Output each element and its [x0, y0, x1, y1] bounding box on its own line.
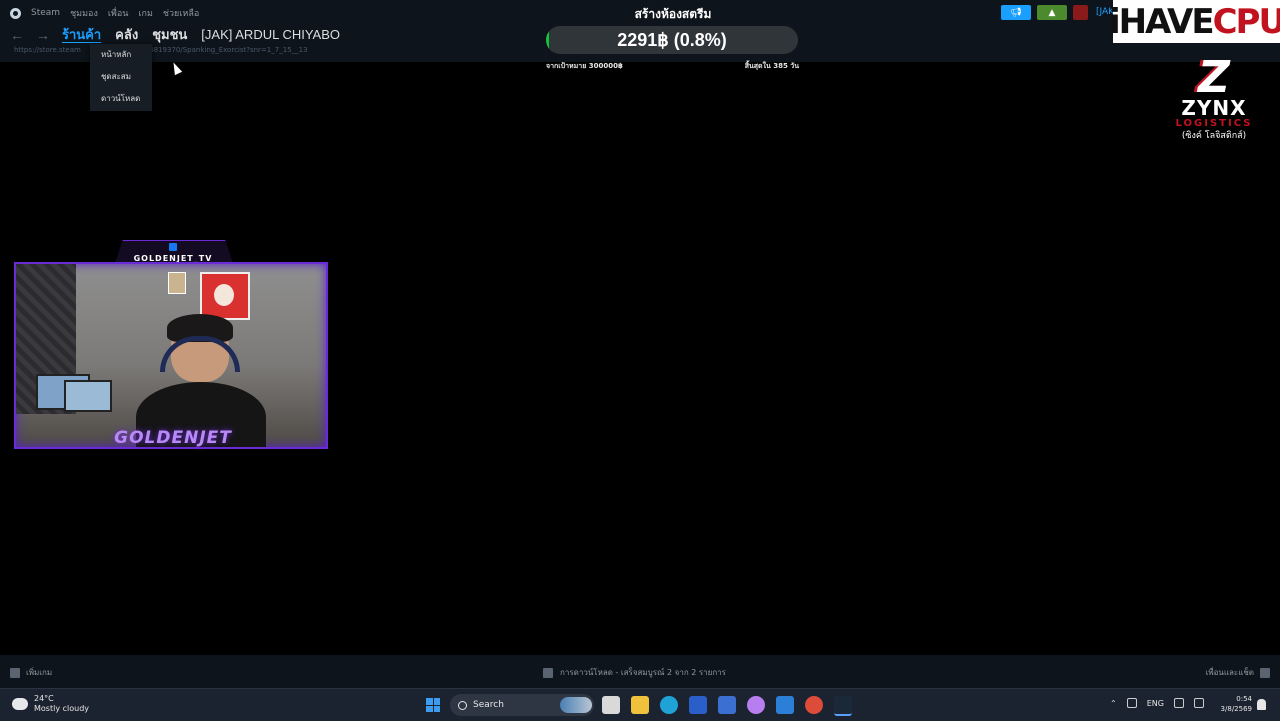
clock-time: 0:54 — [1236, 695, 1252, 703]
clock-date: 3/8/2569 — [1220, 705, 1252, 713]
sponsor-name: ZYNX — [1181, 96, 1247, 120]
volume-icon[interactable] — [1193, 698, 1204, 708]
camera-off-icon[interactable] — [1126, 698, 1137, 708]
taskbar-search[interactable]: Search — [450, 694, 594, 716]
facebook-icon — [169, 243, 177, 251]
search-highlight-image — [560, 697, 592, 713]
dropdown-item-home[interactable]: หน้าหลัก — [90, 44, 152, 66]
steam-logo-icon — [10, 7, 21, 19]
wall-frame — [168, 272, 186, 294]
forward-arrow-icon[interactable]: → — [36, 27, 50, 43]
dropdown-item-collections[interactable]: ชุดสะสม — [90, 66, 152, 88]
brand-part-1: iHAVE — [1108, 1, 1215, 42]
avatar[interactable] — [1073, 5, 1088, 20]
friends-chat-label: เพื่อนและแช็ต — [1205, 668, 1254, 677]
brand-part-2: CPU — [1212, 1, 1280, 42]
editor-app-icon[interactable] — [689, 696, 707, 714]
menu-steam[interactable]: Steam — [31, 8, 60, 18]
dropdown-item-downloads[interactable]: ดาวน์โหลด — [90, 88, 152, 110]
steam-footer: เพิ่มเกม การดาวน์โหลด - เสร็จสมบูรณ์ 2 จ… — [0, 655, 1280, 688]
weather-temp: 24°C — [34, 694, 54, 703]
store-dropdown-menu: หน้าหลัก ชุดสะสม ดาวน์โหลด — [90, 44, 152, 111]
sponsor-logo: Z ZYNX LOGISTICS (ซิงค์ โลจิสติกส์) — [1168, 52, 1260, 142]
add-game-button[interactable]: เพิ่มเกม — [10, 666, 52, 679]
url-right: /4819370/Spanking_Exorcist?snr=1_7_15__1… — [146, 46, 308, 54]
chevron-up-icon[interactable]: ⌃ — [1110, 699, 1117, 708]
friends-chat-button[interactable]: เพื่อนและแช็ต — [1206, 666, 1270, 679]
menu-friends[interactable]: เพื่อน — [108, 6, 129, 20]
bell-icon[interactable]: ▲ — [1037, 5, 1067, 20]
search-icon — [458, 700, 467, 710]
weather-condition: Mostly cloudy — [34, 704, 89, 713]
outlook-icon[interactable] — [776, 696, 794, 714]
header-actions: 📢︎ ▲ — [1001, 5, 1088, 20]
chat-icon — [1260, 667, 1270, 678]
goal-title: สร้างห้องสตรีม — [634, 7, 712, 21]
copilot-icon[interactable] — [747, 696, 765, 714]
clock[interactable]: 0:54 3/8/2569 — [1212, 694, 1252, 714]
menu-help[interactable]: ช่วยเหลือ — [163, 6, 199, 20]
menu-view[interactable]: ชุมมอง — [70, 6, 98, 20]
url-bar: https://store.steam /4819370/Spanking_Ex… — [14, 46, 308, 54]
downloads-status[interactable]: การดาวน์โหลด - เสร็จสมบูรณ์ 2 จาก 2 รายก… — [543, 666, 726, 679]
search-label: Search — [473, 700, 504, 710]
sponsor-mark: Z — [1198, 52, 1230, 103]
url-left: https://store.steam — [14, 46, 81, 54]
system-tray: ⌃ ENG — [1110, 698, 1204, 708]
taskbar-apps — [602, 696, 852, 716]
cloud-icon — [12, 698, 28, 710]
weather-widget[interactable]: 24°C Mostly cloudy — [12, 694, 89, 714]
file-explorer-icon[interactable] — [631, 696, 649, 714]
webcam-logo: GOLDENJET — [114, 428, 232, 448]
tab-profile[interactable]: [JAK] ARDUL CHIYABO — [201, 27, 340, 42]
webcam-feed — [14, 262, 328, 449]
edge-icon[interactable] — [660, 696, 678, 714]
sponsor-thai-name: (ซิงค์ โลจิสติกส์) — [1181, 131, 1247, 141]
plus-icon — [10, 667, 20, 678]
wall-poster — [200, 272, 250, 320]
goal-progress-bar: 2291฿ (0.8%) — [546, 26, 798, 54]
download-icon — [543, 667, 553, 678]
sponsor-tagline: LOGISTICS — [1175, 118, 1253, 129]
mouse-cursor-icon — [169, 60, 183, 76]
back-arrow-icon[interactable]: ← — [10, 27, 24, 43]
chrome-icon[interactable] — [805, 696, 823, 714]
add-game-label: เพิ่มเกม — [26, 668, 53, 677]
steam-menu-bar: Steam ชุมมอง เพื่อน เกม ช่วยเหลือ — [10, 6, 199, 20]
tab-community[interactable]: ชุมชน — [152, 24, 187, 45]
windows-start-icon[interactable] — [426, 698, 440, 712]
ihavecpu-logo: iHAVE CPU — [1109, 0, 1280, 43]
steam-nav: ← → ร้านค้า คลัง ชุมชน [JAK] ARDUL CHIYA… — [10, 24, 340, 45]
goal-ends: สิ้นสุดใน 385 วัน — [744, 62, 799, 70]
tab-library[interactable]: คลัง — [115, 24, 138, 45]
megaphone-icon[interactable]: 📢︎ — [1001, 5, 1031, 20]
network-icon[interactable] — [1173, 698, 1184, 708]
goal-progress-text: 2291฿ (0.8%) — [617, 30, 727, 50]
steam-taskbar-icon[interactable] — [834, 696, 852, 716]
menu-games[interactable]: เกม — [138, 6, 152, 20]
windows-taskbar: 24°C Mostly cloudy Search ⌃ ENG 0:54 3/8… — [0, 688, 1280, 721]
goal-target: จากเป้าหมาย 300000฿ — [546, 62, 623, 70]
downloads-label: การดาวน์โหลด - เสร็จสมบูรณ์ 2 จาก 2 รายก… — [560, 668, 726, 677]
store-app-icon[interactable] — [718, 696, 736, 714]
language-indicator[interactable]: ENG — [1147, 699, 1164, 708]
tab-store[interactable]: ร้านค้า — [62, 24, 101, 45]
task-view-icon[interactable] — [602, 696, 620, 714]
notification-bell-icon[interactable] — [1257, 699, 1266, 710]
monitor-second — [64, 380, 112, 412]
